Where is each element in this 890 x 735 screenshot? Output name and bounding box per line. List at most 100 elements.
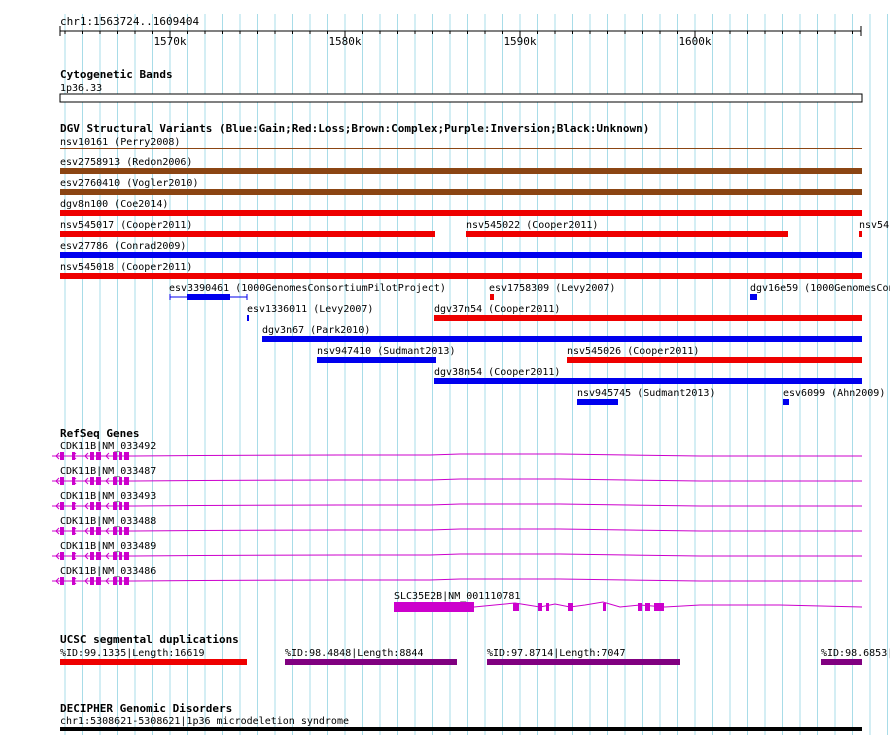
variant-gain-bar[interactable]: [262, 336, 862, 342]
transcript-slc35e2b[interactable]: [394, 601, 863, 612]
exon: [96, 577, 101, 585]
transcript-cdk11b[interactable]: [52, 452, 862, 460]
exon: [119, 502, 122, 510]
track-decipher[interactable]: DECIPHER Genomic Disorders chr1:5308621-…: [60, 702, 862, 731]
feature-label: esv1336011 (Levy2007): [247, 304, 373, 315]
variant-gain-bar[interactable]: [577, 399, 618, 405]
segdup-bar[interactable]: [487, 659, 680, 665]
intron-line: [52, 578, 862, 582]
variant-gain-bar[interactable]: [434, 378, 862, 384]
feature-label: nsv545017 (Cooper2011): [60, 220, 192, 231]
variant-loss-bar[interactable]: [60, 273, 862, 279]
track-title: DGV Structural Variants (Blue:Gain;Red:L…: [60, 122, 649, 135]
variant-gain-bar[interactable]: [783, 399, 789, 405]
intron-line: [52, 553, 862, 557]
track-title: DECIPHER Genomic Disorders: [60, 702, 232, 715]
feature-label: esv1758309 (Levy2007): [489, 283, 615, 294]
variant-gain-bar[interactable]: [750, 294, 757, 300]
region-label: chr1:1563724..1609404: [60, 15, 199, 28]
variant-gain-bar[interactable]: [247, 315, 249, 321]
feature-label: dgv8n100 (Coe2014): [60, 199, 168, 210]
exon: [96, 552, 101, 560]
transcript-cdk11b[interactable]: [52, 552, 862, 560]
transcript-label: CDK11B|NM_033486: [60, 566, 156, 577]
exon: [546, 603, 549, 611]
exon: [72, 552, 75, 560]
feature-label: esv3390461 (1000GenomesConsortiumPilotPr…: [169, 283, 446, 294]
variant-complex-bar[interactable]: [60, 168, 862, 174]
variant-loss-bar[interactable]: [60, 210, 862, 216]
feature-label: %ID:98.4848|Length:8844: [285, 648, 423, 659]
variant-loss-bar[interactable]: [466, 231, 788, 237]
feature-label: nsv545026 (Cooper2011): [567, 346, 699, 357]
transcript-cdk11b[interactable]: [52, 477, 862, 485]
exon: [119, 552, 122, 560]
exon: [113, 527, 117, 535]
genome-browser-view: chr1:1563724..1609404 1570k 1580k 1590k …: [0, 0, 890, 735]
exon: [119, 477, 122, 485]
exon: [60, 527, 64, 535]
decipher-bar[interactable]: [60, 727, 862, 731]
variant-gain-bar[interactable]: [187, 294, 230, 300]
intron-line: [52, 453, 862, 457]
exon: [513, 603, 519, 611]
transcript-cdk11b[interactable]: [52, 577, 862, 585]
exon: [124, 577, 129, 585]
exon: [124, 502, 129, 510]
exon: [113, 452, 117, 460]
feature-label: esv6099 (Ahn2009): [783, 388, 885, 399]
feature-label: esv2758913 (Redon2006): [60, 157, 192, 168]
feature-label: dgv38n54 (Cooper2011): [434, 367, 560, 378]
transcript-label: CDK11B|NM_033492: [60, 441, 156, 452]
exon: [90, 527, 94, 535]
track-refseq[interactable]: RefSeq Genes CDK11B|NM_033492 CDK11B|NM_…: [52, 427, 863, 612]
exon: [60, 577, 64, 585]
ruler-tick-label: 1590k: [503, 35, 536, 48]
feature-label: esv2760410 (Vogler2010): [60, 178, 198, 189]
feature-label: chr1:5308621-5308621|1p36 microdeletion …: [60, 716, 349, 727]
exon: [113, 552, 117, 560]
exon: [113, 477, 117, 485]
exon: [124, 552, 129, 560]
transcript-label: SLC35E2B|NM_001110781: [394, 591, 520, 602]
segdup-bar[interactable]: [285, 659, 457, 665]
track-canvas: chr1:1563724..1609404 1570k 1580k 1590k …: [52, 14, 890, 735]
exon: [394, 602, 474, 612]
feature-label: dgv37n54 (Cooper2011): [434, 304, 560, 315]
exon: [72, 577, 75, 585]
intron-line: [473, 601, 863, 608]
transcript-cdk11b[interactable]: [52, 527, 862, 535]
track-title: RefSeq Genes: [60, 427, 139, 440]
transcript-label: CDK11B|NM_033489: [60, 541, 156, 552]
cytoband-bar[interactable]: [59, 93, 863, 103]
variant-complex-bar[interactable]: [60, 148, 862, 149]
exon: [72, 477, 75, 485]
variant-complex-bar[interactable]: [60, 189, 862, 195]
variant-loss-bar[interactable]: [567, 357, 862, 363]
exon: [72, 502, 75, 510]
exon: [90, 577, 94, 585]
feature-label: %ID:99.1335|Length:16619: [60, 648, 205, 659]
exon: [72, 452, 75, 460]
segdup-bar[interactable]: [821, 659, 862, 665]
variant-loss-bar[interactable]: [490, 294, 494, 300]
exon: [645, 603, 650, 611]
segdup-bar[interactable]: [60, 659, 247, 665]
transcript-label: CDK11B|NM_033493: [60, 491, 156, 502]
variant-loss-bar[interactable]: [859, 231, 862, 237]
exon: [90, 477, 94, 485]
exon: [96, 502, 101, 510]
variant-gain-bar[interactable]: [60, 252, 862, 258]
transcript-cdk11b[interactable]: [52, 502, 862, 510]
exon: [96, 527, 101, 535]
variant-loss-bar[interactable]: [434, 315, 862, 321]
exon: [60, 552, 64, 560]
track-cytoband[interactable]: Cytogenetic Bands 1p36.33: [59, 68, 863, 103]
ruler-tick-label: 1570k: [153, 35, 186, 48]
feature-label: nsv947410 (Sudmant2013): [317, 346, 455, 357]
variant-gain-bar[interactable]: [317, 357, 436, 363]
exon: [124, 477, 129, 485]
variant-loss-bar[interactable]: [60, 231, 435, 237]
feature-label: nsv945745 (Sudmant2013): [577, 388, 715, 399]
feature-label: %ID:97.8714|Length:7047: [487, 648, 625, 659]
